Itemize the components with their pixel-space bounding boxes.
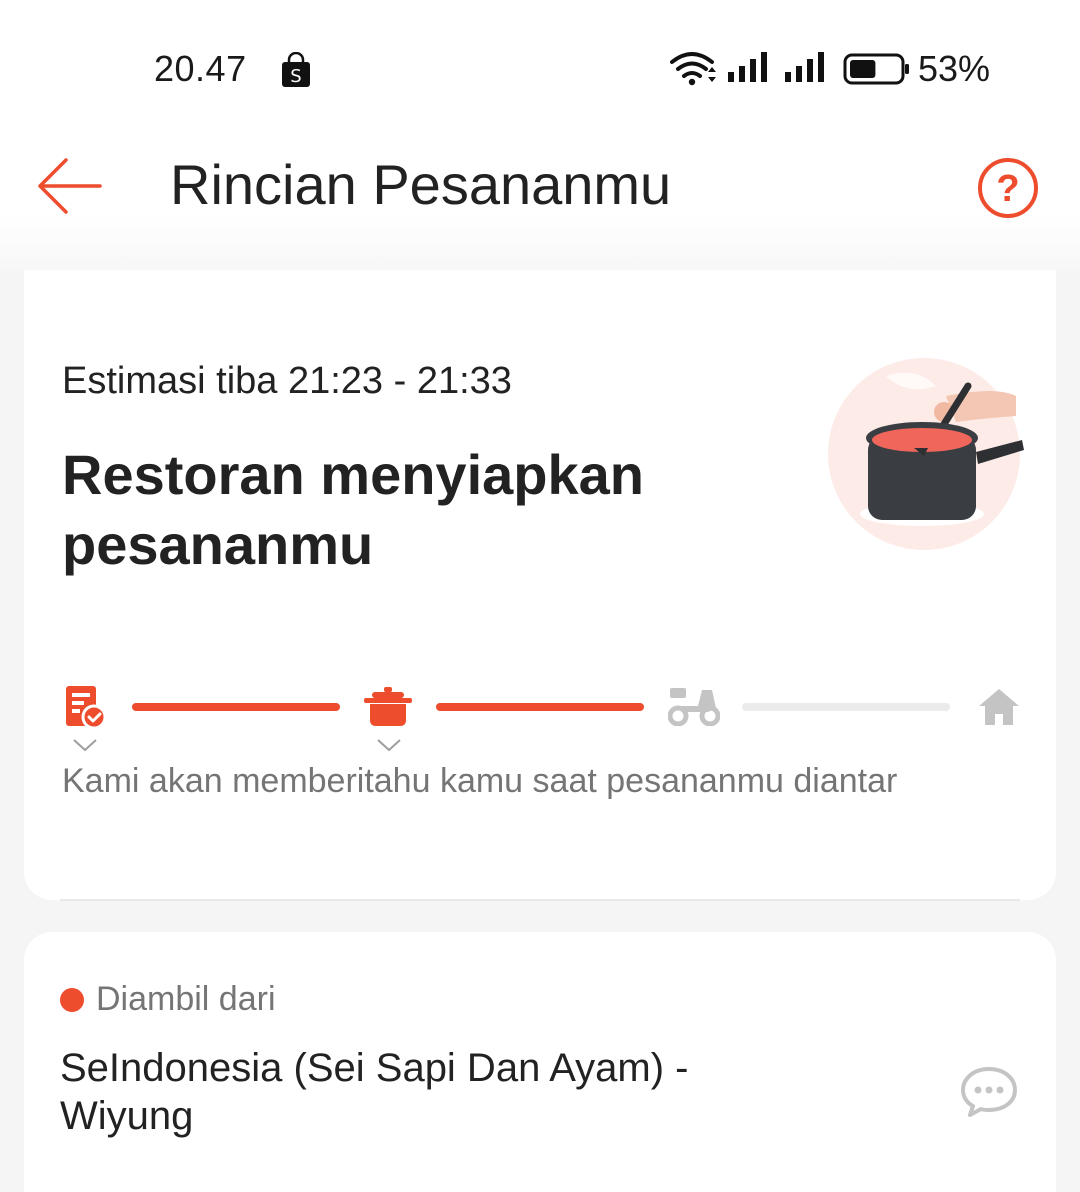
progress-bar-1 (132, 703, 340, 711)
pickup-label: Diambil dari (96, 980, 276, 1018)
wifi-icon (670, 52, 716, 86)
shopee-bag-icon: S (282, 52, 310, 87)
chevron-down-icon (73, 739, 97, 752)
pickup-dot (60, 988, 84, 1012)
divider (60, 899, 1020, 901)
signal-icon (728, 52, 767, 82)
arrow-left-icon[interactable] (34, 154, 106, 218)
status-time: 20.47 (154, 48, 247, 89)
eta-text: Estimasi tiba 21:23 - 21:33 (62, 360, 512, 402)
question-circle-icon[interactable]: ? (976, 156, 1040, 220)
home-icon (979, 689, 1019, 725)
status-headline: Restoran menyiapkan pesananmu (62, 443, 644, 576)
signal-icon (785, 52, 824, 82)
page-title: Rincian Pesananmu (170, 153, 672, 216)
cooking-pot-icon (364, 687, 412, 726)
progress-bar-3 (742, 703, 950, 711)
motorbike-icon (668, 688, 720, 726)
receipt-check-icon (66, 686, 107, 730)
svg-text:?: ? (996, 168, 1019, 210)
battery-icon (843, 53, 909, 85)
chevron-down-icon (377, 739, 401, 752)
battery-percent: 53% (918, 48, 991, 89)
progress-bar-2 (436, 703, 644, 711)
restaurant-name: SeIndonesia (Sei Sapi Dan Ayam) - Wiyung (60, 1046, 689, 1138)
notify-text: Kami akan memberitahu kamu saat pesananm… (62, 762, 898, 800)
top-bar (0, 0, 1080, 270)
cooking-pot-illustration (828, 358, 1024, 550)
chat-bubble-icon[interactable] (960, 1066, 1018, 1118)
svg-text:S: S (290, 66, 301, 87)
